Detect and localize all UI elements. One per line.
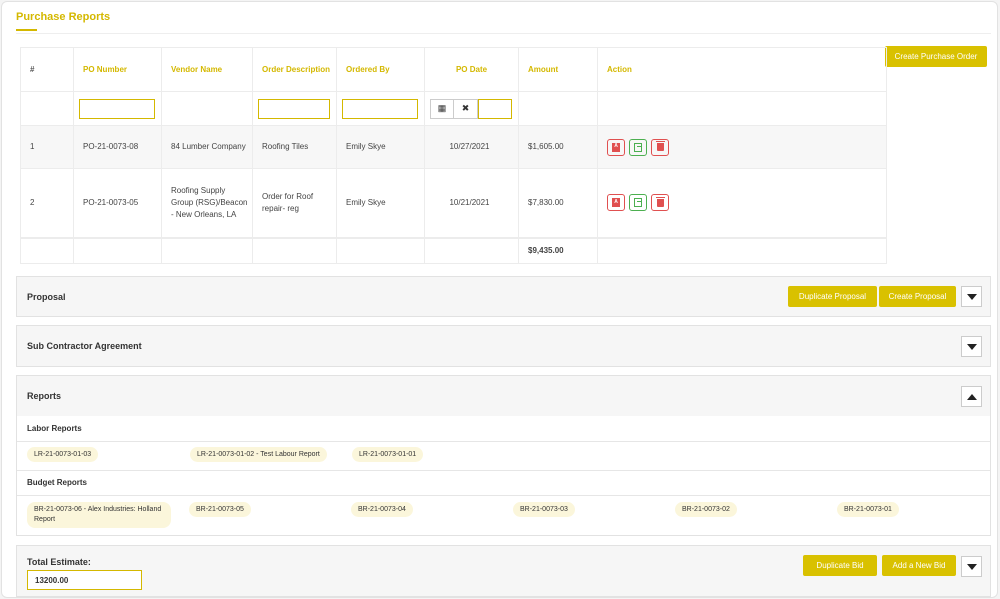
budget-report-chip[interactable]: BR-21-0073-06 - Alex Industries: Holland… — [27, 502, 171, 528]
ordered-by-cell: Emily Skye — [336, 168, 425, 238]
budget-report-chip[interactable]: BR-21-0073-01 — [837, 502, 899, 517]
filter-row: ▦ ✖ — [20, 91, 887, 126]
ordered-by-filter-input[interactable] — [342, 98, 418, 119]
trash-icon[interactable] — [651, 194, 669, 212]
caret-down-icon — [966, 293, 977, 300]
po-number-cell: PO-21-0073-05 — [73, 168, 162, 238]
title-divider — [16, 33, 991, 34]
page-frame: Purchase Reports Create Purchase Order #… — [1, 1, 998, 598]
ordered-by-cell: Emily Skye — [336, 125, 425, 169]
row-actions: A — [607, 138, 882, 156]
trash-icon[interactable] — [651, 138, 669, 156]
labor-report-chip[interactable]: LR-21-0073-01-02 - Test Labour Report — [190, 447, 327, 462]
total-row: $9,435.00 — [20, 236, 887, 264]
add-new-bid-button[interactable]: Add a New Bid — [882, 555, 956, 576]
clear-x-icon[interactable]: ✖ — [454, 98, 478, 119]
total-estimate-label: Total Estimate: — [27, 557, 91, 567]
column-header-description[interactable]: Order Description — [252, 47, 337, 92]
caret-down-icon — [966, 343, 977, 350]
budget-report-chip[interactable]: BR-21-0073-03 — [513, 502, 575, 517]
table-row[interactable]: 1 PO-21-0073-08 84 Lumber Company Roofin… — [20, 125, 887, 169]
amount-cell: $1,605.00 — [518, 125, 598, 169]
reports-toggle[interactable] — [961, 386, 982, 407]
budget-report-chip[interactable]: BR-21-0073-04 — [351, 502, 413, 517]
pdf-icon[interactable]: A — [607, 138, 625, 156]
column-header-number: # — [20, 47, 74, 92]
column-header-amount[interactable]: Amount — [518, 47, 598, 92]
table-row[interactable]: 2 PO-21-0073-05 Roofing Supply Group (RS… — [20, 168, 887, 238]
table-header-row: # PO Number Vendor Name Order Descriptio… — [20, 47, 887, 92]
labor-report-chip[interactable]: LR-21-0073-01-01 — [352, 447, 424, 462]
create-proposal-button[interactable]: Create Proposal — [879, 286, 956, 307]
labor-reports-title: Labor Reports — [27, 424, 82, 433]
po-number-filter-input[interactable] — [79, 98, 155, 119]
proposal-title: Proposal — [27, 292, 66, 302]
create-purchase-order-button[interactable]: Create Purchase Order — [885, 46, 987, 67]
reports-title: Reports — [27, 391, 62, 401]
column-header-po-date[interactable]: PO Date — [424, 47, 519, 92]
estimate-panel: Total Estimate: 13200.00 Duplicate Bid A… — [16, 545, 991, 597]
page-title: Purchase Reports — [16, 11, 111, 23]
row-number: 1 — [20, 125, 74, 169]
column-header-po-number[interactable]: PO Number — [73, 47, 162, 92]
description-filter-input[interactable] — [258, 98, 330, 119]
total-amount: $9,435.00 — [518, 236, 598, 264]
po-date-cell: 10/27/2021 — [424, 125, 519, 169]
date-filter-input[interactable] — [478, 98, 512, 119]
duplicate-proposal-button[interactable]: Duplicate Proposal — [788, 286, 877, 307]
proposal-panel: Proposal Duplicate Proposal Create Propo… — [16, 276, 991, 317]
pdf-icon[interactable]: A — [607, 194, 625, 212]
po-number-cell: PO-21-0073-08 — [73, 125, 162, 169]
budget-report-chip[interactable]: BR-21-0073-02 — [675, 502, 737, 517]
calendar-icon[interactable]: ▦ — [430, 98, 454, 119]
vendor-cell: Roofing Supply Group (RSG)/Beacon - New … — [161, 168, 253, 238]
proposal-toggle[interactable] — [961, 286, 982, 307]
copy-icon[interactable] — [629, 138, 647, 156]
vendor-cell: 84 Lumber Company — [161, 125, 253, 169]
reports-body: Labor Reports LR-21-0073-01-03 LR-21-007… — [16, 416, 991, 536]
labor-report-chip[interactable]: LR-21-0073-01-03 — [27, 447, 99, 462]
column-header-ordered-by[interactable]: Ordered By — [336, 47, 425, 92]
subcontractor-toggle[interactable] — [961, 336, 982, 357]
amount-cell: $7,830.00 — [518, 168, 598, 238]
estimate-toggle[interactable] — [961, 556, 982, 577]
subcontractor-panel: Sub Contractor Agreement — [16, 325, 991, 367]
title-underline — [16, 29, 37, 31]
budget-report-chip[interactable]: BR-21-0073-05 — [189, 502, 251, 517]
subcontractor-title: Sub Contractor Agreement — [27, 341, 142, 351]
total-estimate-input[interactable]: 13200.00 — [27, 570, 142, 590]
copy-icon[interactable] — [629, 194, 647, 212]
purchase-orders-table: # PO Number Vendor Name Order Descriptio… — [20, 47, 887, 264]
duplicate-bid-button[interactable]: Duplicate Bid — [803, 555, 877, 576]
caret-down-icon — [966, 563, 977, 570]
row-number: 2 — [20, 168, 74, 238]
column-header-vendor[interactable]: Vendor Name — [161, 47, 253, 92]
description-cell: Order for Roof repair- reg — [252, 168, 337, 238]
budget-reports-title: Budget Reports — [27, 478, 87, 487]
date-filter: ▦ ✖ — [430, 98, 514, 119]
description-cell: Roofing Tiles — [252, 125, 337, 169]
po-date-cell: 10/21/2021 — [424, 168, 519, 238]
row-actions: A — [607, 194, 882, 212]
column-header-action: Action — [597, 47, 887, 92]
caret-up-icon — [966, 393, 977, 400]
reports-panel: Reports — [16, 375, 991, 417]
